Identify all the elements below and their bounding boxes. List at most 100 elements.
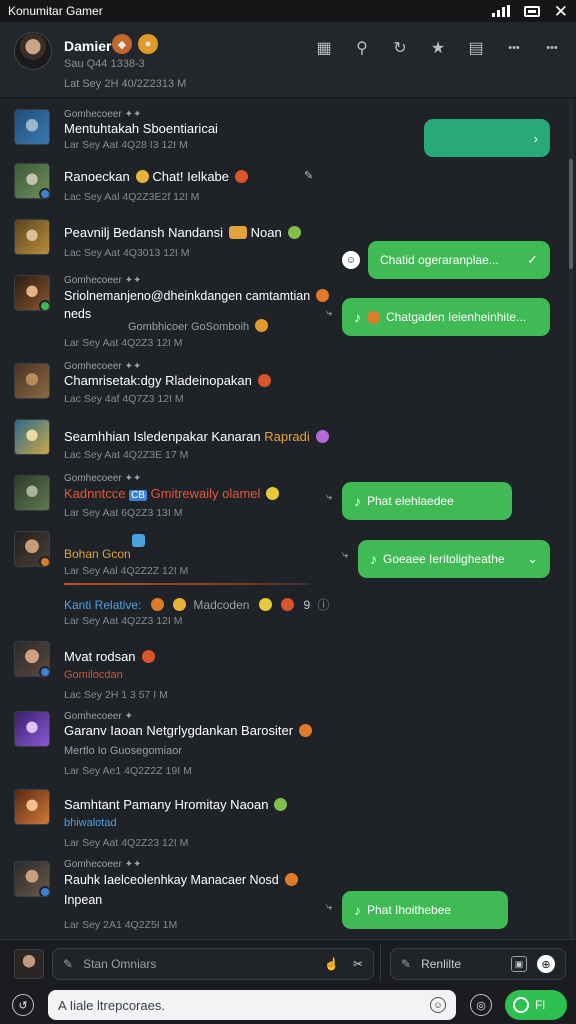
music-note-icon: ♪ [354,493,361,509]
gift-emoji-icon [287,226,301,239]
reaction-icon[interactable]: ☺ [342,251,360,269]
outgoing-bubble[interactable]: ♪ Phat Ihoithebee [342,891,508,929]
sender-avatar[interactable] [14,641,50,677]
message-item[interactable]: Ranoeckan Chat! Ielkabe ✎ Lac Sey Aal 4Q… [14,163,344,213]
message-text: Garanv Iaoan Netgrlygdankan Barositer [64,723,313,738]
info-icon[interactable]: ⓘ [318,598,330,612]
outgoing-bubble[interactable]: › [424,119,550,157]
wink-emoji-icon [173,598,187,611]
notes-icon[interactable]: ▤ [466,38,486,58]
edit-icon: ✎ [63,957,74,971]
sender-avatar[interactable] [14,419,50,455]
fire-emoji-icon [316,289,330,302]
music-note-icon: ♪ [354,902,361,918]
contact-avatar[interactable] [14,32,52,70]
more-icon[interactable]: ••• [504,38,524,58]
sender-avatar[interactable] [14,109,50,145]
message-text: Rauhk Iaelceolenhkay Manacaer Nosd [64,873,298,887]
sender-avatar[interactable] [14,711,50,747]
message-input[interactable]: A Iiale ltrepcoraes. ☺ [48,990,456,1020]
comment-input[interactable]: ✎ Stan Omniars ☝ ✂ [52,948,374,980]
message-time: Lar Sey Aat 4Q2Z23 12I M [64,837,189,849]
message-item[interactable]: Gomhecoeer ✦✦ Sriolnemanjeno@dheinkdange… [14,273,344,353]
sender-avatar[interactable] [14,363,50,399]
fire-emoji-icon [284,873,298,886]
sender-avatar[interactable] [14,275,50,311]
sender-avatar[interactable] [14,219,50,255]
message-item[interactable]: Bohan Gcon Lar Sey Aal 4Q2Z2Z 12I M [14,529,344,579]
contact-subtitle: Sau Q44 1338-3 [64,58,145,70]
message-item[interactable]: Gomhecoeer ✦✦ Kadnntcce CB Gmitrewaily o… [14,471,344,523]
message-time: Lac Sey Aat 4Q2Z3E 17 M [64,449,189,461]
record-icon[interactable]: ◎ [470,994,492,1016]
message-text: Mentuhtakah Sboentiaricai [64,121,218,136]
message-item[interactable]: Mvat rodsan Gomilocdan Lac Sey 2H 1 3 57… [14,639,344,701]
rank-badge-icon: ◆ [112,34,132,54]
message-item[interactable]: Seamhhian Isledenpakar Kanaran Rapradi L… [14,417,344,467]
smile-emoji-icon [266,487,280,500]
message-tag: Gombhicoer GoSomboih [128,319,269,333]
tools-icon[interactable]: ✂ [353,957,363,971]
outgoing-bubble[interactable]: ♪ Chatgaden Ieienheinhite... [342,298,550,336]
relative-time: Lar Sey Aat 4Q2Z3 12I M [64,615,183,627]
back-icon[interactable]: ↺ [12,994,34,1016]
app-title: Konumitar Gamer [8,4,103,18]
message-author: Gomhecoeer ✦✦ [64,361,142,372]
sender-avatar[interactable] [14,163,50,199]
battery-icon [523,5,540,17]
gesture-icon[interactable]: ☝ [324,957,339,971]
overflow-icon[interactable]: ••• [542,38,562,58]
self-avatar[interactable] [14,949,44,979]
grin-emoji-icon [135,170,149,183]
send-icon [513,997,529,1013]
add-icon[interactable]: ⊕ [537,955,555,973]
sender-avatar[interactable] [14,475,50,511]
image-icon[interactable]: ▣ [511,956,527,972]
message-item[interactable]: Peavnilj Bedansh Nandansi Noan Lac Sey A… [14,217,344,267]
pin-icon: ⤷ [326,307,333,319]
heart-emoji-icon [281,598,295,611]
message-text: Chamrisetak:dgy Rladeinopakan [64,373,271,388]
message-time: Lac Sey 4af 4Q7Z3 12I M [64,393,184,405]
emote-icon [229,226,247,239]
message-text-line2: neds [64,307,92,321]
message-time: Lar Sey Aat 4Q28 I3 12I M [64,139,188,151]
outgoing-bubble[interactable]: ♪ Goeaee Ieritoligheathe ⌄ [358,540,550,578]
sender-avatar[interactable] [14,789,50,825]
message-item[interactable]: Gomhecoeer ✦ Garanv Iaoan Netgrlygdankan… [14,709,344,781]
message-text: Peavnilj Bedansh Nandansi Noan [64,225,301,240]
heart-emoji-icon [141,650,155,663]
music-note-icon: ♪ [370,551,377,567]
message-time: Lar Sey Aat 4Q2Z3 12I M [64,337,183,349]
grid-icon[interactable]: ▦ [314,38,334,58]
emoji-picker-icon[interactable]: ☺ [430,997,446,1013]
level-badge: CB [129,490,147,501]
message-author: Gomhecoeer ✦✦ [64,473,142,484]
message-item[interactable]: Samhtant Pamany Hromitay Naoan bhiwalota… [14,787,344,849]
fire-emoji-icon [367,310,380,324]
send-button[interactable]: Fl [505,990,567,1020]
search-icon[interactable]: ⚲ [352,38,372,58]
message-item[interactable]: Gomhecoeer ✦✦ Rauhk Iaelceolenhkay Manac… [14,857,344,937]
chat-header: Damier ◆ ● Sau Q44 1338-3 Lat Sey 2H 40/… [0,22,576,98]
composer-separator [380,944,381,982]
message-list[interactable]: Gomhecoeer ✦✦ Mentuhtakah Sboentiaricai … [0,99,576,939]
close-icon[interactable]: ✕ [554,3,568,20]
sender-avatar[interactable] [14,531,50,567]
sender-avatar[interactable] [14,861,50,897]
refresh-icon[interactable]: ↻ [390,38,410,58]
badge-emoji-icon [255,319,269,332]
unread-divider [64,583,310,585]
message-time: Lar Sey 2A1 4Q2Z5I 1M [64,919,178,931]
scrollbar-thumb[interactable] [569,159,573,269]
outgoing-bubble[interactable]: ♪ Phat elehlaedee [342,482,512,520]
message-item[interactable]: Gomhecoeer ✦✦ Chamrisetak:dgy Rladeinopa… [14,359,344,411]
outgoing-bubble[interactable]: Chatid ogeraranplae... ✓ [368,241,550,279]
star-icon[interactable]: ★ [428,38,448,58]
reply-input[interactable]: ✎ Renlilte ▣ ⊕ [390,948,566,980]
message-text: Samhtant Pamany Hromitay Naoan [64,797,288,812]
trophy-emoji-icon [258,598,272,611]
edit-icon: ✎ [401,957,412,971]
message-item[interactable]: Gomhecoeer ✦✦ Mentuhtakah Sboentiaricai … [14,107,344,157]
relative-status: Kanti Relative: Madcoden 9 ⓘ [64,598,330,612]
